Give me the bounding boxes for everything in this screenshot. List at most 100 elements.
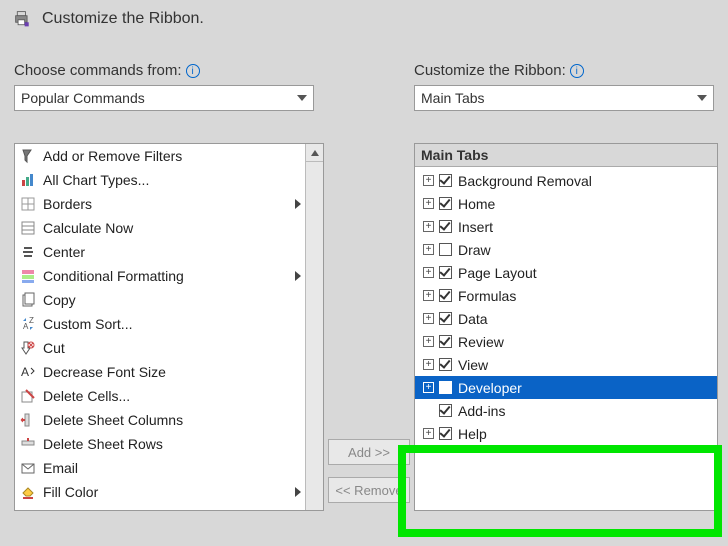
command-icon — [19, 219, 37, 237]
tree-item[interactable]: +Developer — [415, 376, 717, 399]
command-icon: A — [19, 363, 37, 381]
command-item[interactable]: Conditional Formatting — [15, 264, 323, 288]
tree-item[interactable]: + Help — [415, 422, 717, 445]
tree-item-label: Insert — [458, 219, 493, 235]
expand-icon[interactable]: + — [423, 175, 434, 186]
command-item[interactable]: Copy — [15, 288, 323, 312]
command-item[interactable]: All Chart Types... — [15, 168, 323, 192]
tree-header: Main Tabs — [415, 144, 717, 167]
command-item[interactable]: ADecrease Font Size — [15, 360, 323, 384]
command-label: Center — [43, 244, 85, 260]
expand-icon[interactable]: + — [423, 198, 434, 209]
tree-item[interactable]: +View — [415, 353, 717, 376]
checkbox[interactable] — [439, 335, 452, 348]
submenu-arrow-icon — [295, 487, 301, 497]
command-item[interactable]: Borders — [15, 192, 323, 216]
command-icon — [19, 483, 37, 501]
chevron-down-icon — [697, 95, 707, 101]
command-icon — [19, 243, 37, 261]
tree-item-label: Add-ins — [458, 403, 505, 419]
dropdown-value: Main Tabs — [421, 90, 485, 106]
tree-item[interactable]: + Formulas — [415, 284, 717, 307]
checkbox[interactable] — [439, 381, 452, 394]
remove-button[interactable]: << Remove — [328, 477, 410, 503]
tree-item[interactable]: +Page Layout — [415, 261, 717, 284]
command-icon — [19, 171, 37, 189]
command-item[interactable]: Email — [15, 456, 323, 480]
command-label: Delete Sheet Columns — [43, 412, 183, 428]
info-icon[interactable]: i — [186, 64, 200, 78]
command-icon — [19, 387, 37, 405]
checkbox[interactable] — [439, 312, 452, 325]
tree-item[interactable]: + Insert — [415, 215, 717, 238]
expand-icon[interactable]: + — [423, 313, 434, 324]
printer-icon — [14, 10, 32, 28]
tree-item[interactable]: + Draw — [415, 238, 717, 261]
command-icon — [19, 459, 37, 477]
command-label: All Chart Types... — [43, 172, 149, 188]
info-icon[interactable]: i — [570, 64, 584, 78]
command-label: Add or Remove Filters — [43, 148, 182, 164]
customize-ribbon-label: Customize the Ribbon: — [414, 62, 566, 79]
choose-commands-dropdown[interactable]: Popular Commands — [14, 85, 314, 111]
tree-item-label: Review — [458, 334, 504, 350]
command-label: Copy — [43, 292, 76, 308]
tree-item[interactable]: +Background Removal — [415, 169, 717, 192]
checkbox[interactable] — [439, 197, 452, 210]
command-icon — [19, 195, 37, 213]
add-button[interactable]: Add >> — [328, 439, 410, 465]
command-icon: AZ — [19, 315, 37, 333]
checkbox[interactable] — [439, 266, 452, 279]
command-item[interactable]: Center — [15, 240, 323, 264]
command-item[interactable]: Add or Remove Filters — [15, 144, 323, 168]
command-label: Delete Cells... — [43, 388, 130, 404]
submenu-arrow-icon — [295, 199, 301, 209]
checkbox[interactable] — [439, 427, 452, 440]
tree-item[interactable]: Add-ins — [415, 399, 717, 422]
page-title: Customize the Ribbon. — [42, 10, 204, 28]
checkbox[interactable] — [439, 404, 452, 417]
tree-item-label: Help — [458, 426, 487, 442]
command-item[interactable]: Delete Sheet Columns — [15, 408, 323, 432]
command-icon — [19, 339, 37, 357]
checkbox[interactable] — [439, 220, 452, 233]
dropdown-value: Popular Commands — [21, 90, 145, 106]
tree-item-label: Formulas — [458, 288, 516, 304]
command-label: Custom Sort... — [43, 316, 132, 332]
expand-icon[interactable]: + — [423, 336, 434, 347]
command-item[interactable]: Cut — [15, 336, 323, 360]
checkbox[interactable] — [439, 289, 452, 302]
tree-item[interactable]: + Home — [415, 192, 717, 215]
command-icon — [19, 291, 37, 309]
expand-icon[interactable]: + — [423, 290, 434, 301]
ribbon-tabs-tree[interactable]: Main Tabs +Background Removal+Home+Inser… — [414, 143, 718, 511]
command-item[interactable]: Calculate Now — [15, 216, 323, 240]
customize-ribbon-dropdown[interactable]: Main Tabs — [414, 85, 714, 111]
checkbox[interactable] — [439, 358, 452, 371]
submenu-arrow-icon — [295, 271, 301, 281]
command-item[interactable]: Delete Sheet Rows — [15, 432, 323, 456]
commands-listbox[interactable]: Add or Remove Filters All Chart Types... B… — [14, 143, 324, 511]
expand-icon[interactable]: + — [423, 428, 434, 439]
command-label: Cut — [43, 340, 65, 356]
expand-icon[interactable]: + — [423, 382, 434, 393]
tree-item[interactable]: + Review — [415, 330, 717, 353]
expand-icon[interactable]: + — [423, 244, 434, 255]
command-item[interactable]: AZ Custom Sort... — [15, 312, 323, 336]
checkbox[interactable] — [439, 174, 452, 187]
svg-text:Z: Z — [29, 316, 34, 325]
command-item[interactable]: Fill Color — [15, 480, 323, 504]
command-label: Conditional Formatting — [43, 268, 184, 284]
command-item[interactable]: Delete Cells... — [15, 384, 323, 408]
command-label: Email — [43, 460, 78, 476]
tree-item-label: Draw — [458, 242, 491, 258]
expand-icon[interactable]: + — [423, 221, 434, 232]
expand-icon[interactable]: + — [423, 359, 434, 370]
command-icon — [19, 267, 37, 285]
tree-item[interactable]: +Data — [415, 307, 717, 330]
checkbox[interactable] — [439, 243, 452, 256]
tree-item-label: Home — [458, 196, 495, 212]
command-icon — [19, 411, 37, 429]
command-label: Calculate Now — [43, 220, 133, 236]
expand-icon[interactable]: + — [423, 267, 434, 278]
